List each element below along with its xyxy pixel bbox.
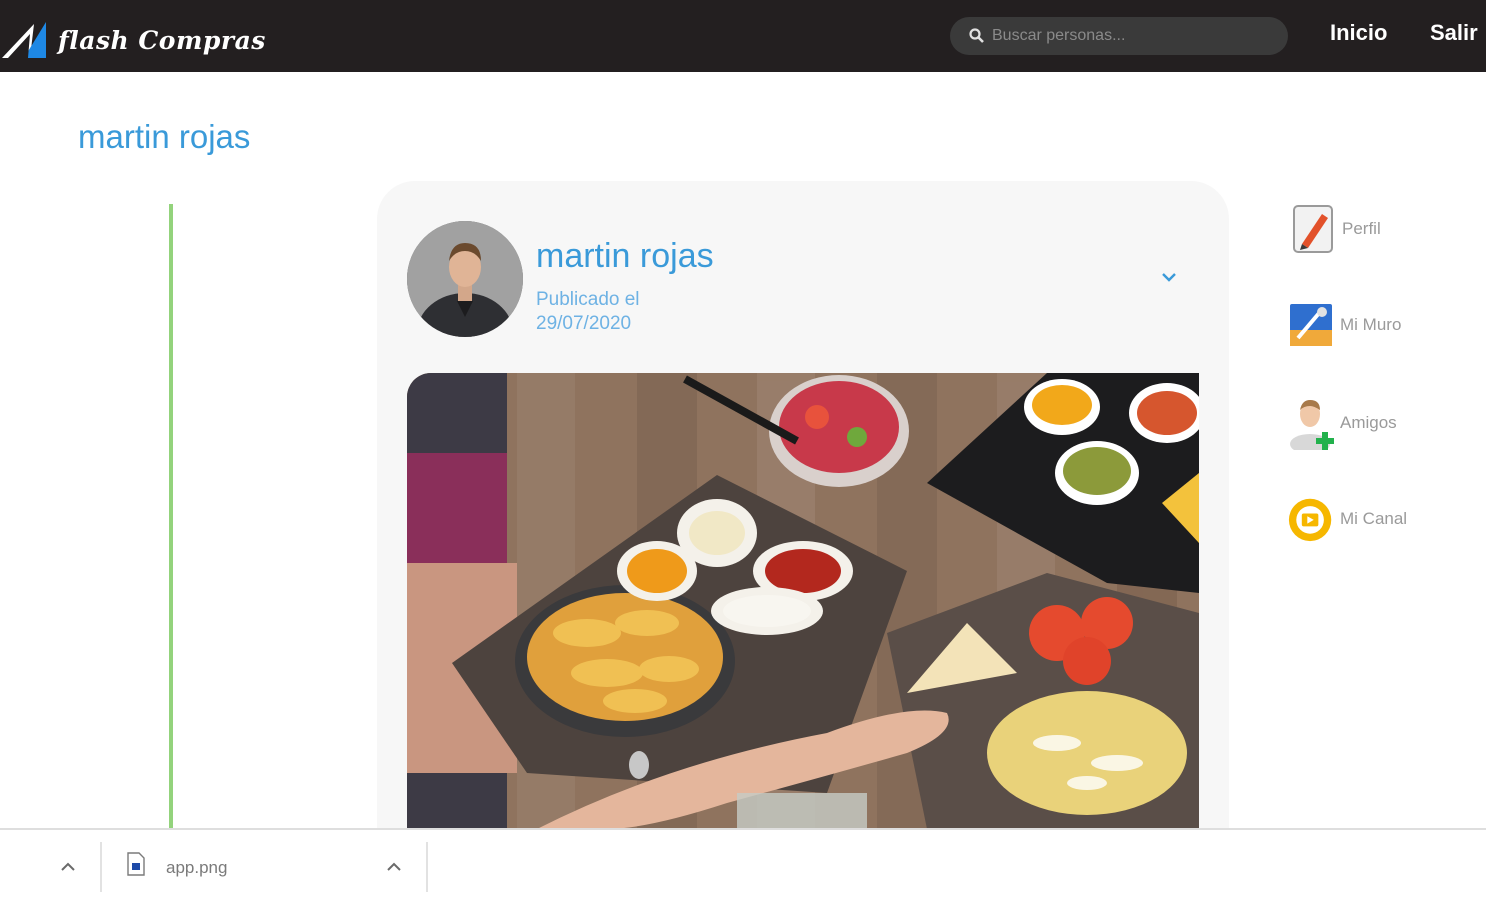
post-date-label: Publicado el [536,289,640,310]
download-separator [426,842,428,892]
edit-profile-icon [1290,204,1336,254]
sidebar-item-amigos[interactable]: Amigos [1288,398,1397,450]
chevron-down-icon[interactable] [1159,269,1179,285]
chevron-up-icon[interactable] [59,860,77,872]
avatar-photo [407,221,523,337]
add-friend-icon [1288,398,1334,450]
post-image[interactable] [407,373,1199,829]
food-photo [407,373,1199,829]
download-separator [100,842,102,892]
timeline-divider [169,204,173,830]
post-card: martin rojas Publicado el 29/07/2020 [377,181,1229,881]
profile-name-heading: martin rojas [78,118,251,155]
play-channel-icon [1288,494,1334,544]
download-bar: app.png [0,828,1486,900]
sidebar-item-label: Mi Canal [1340,509,1408,528]
author-avatar[interactable] [407,221,523,337]
brand-logo[interactable]: flash Compras [0,18,266,62]
post-date: 29/07/2020 [536,313,632,334]
wall-icon [1288,300,1334,350]
logo-mark-icon [2,22,46,58]
sidebar-item-mi-canal[interactable]: Mi Canal [1288,494,1407,544]
image-file-icon [127,852,145,876]
chevron-up-icon[interactable] [385,860,403,872]
sidebar-item-label: Perfil [1342,219,1381,238]
top-navbar: flash Compras Inicio Salir [0,0,1486,72]
download-file-name[interactable]: app.png [166,858,227,878]
post-author-name[interactable]: martin rojas [536,237,714,276]
search-input[interactable] [992,27,1272,45]
nav-logout-link[interactable]: Salir [1430,20,1478,46]
sidebar-item-mi-muro[interactable]: Mi Muro [1288,300,1401,350]
brand-name: flash Compras [58,25,266,55]
search-icon [969,28,984,43]
nav-home-link[interactable]: Inicio [1330,20,1387,46]
sidebar-item-label: Mi Muro [1340,315,1402,334]
sidebar-item-perfil[interactable]: Perfil [1290,204,1381,254]
sidebar-item-label: Amigos [1340,413,1397,432]
search-box[interactable] [950,17,1288,55]
